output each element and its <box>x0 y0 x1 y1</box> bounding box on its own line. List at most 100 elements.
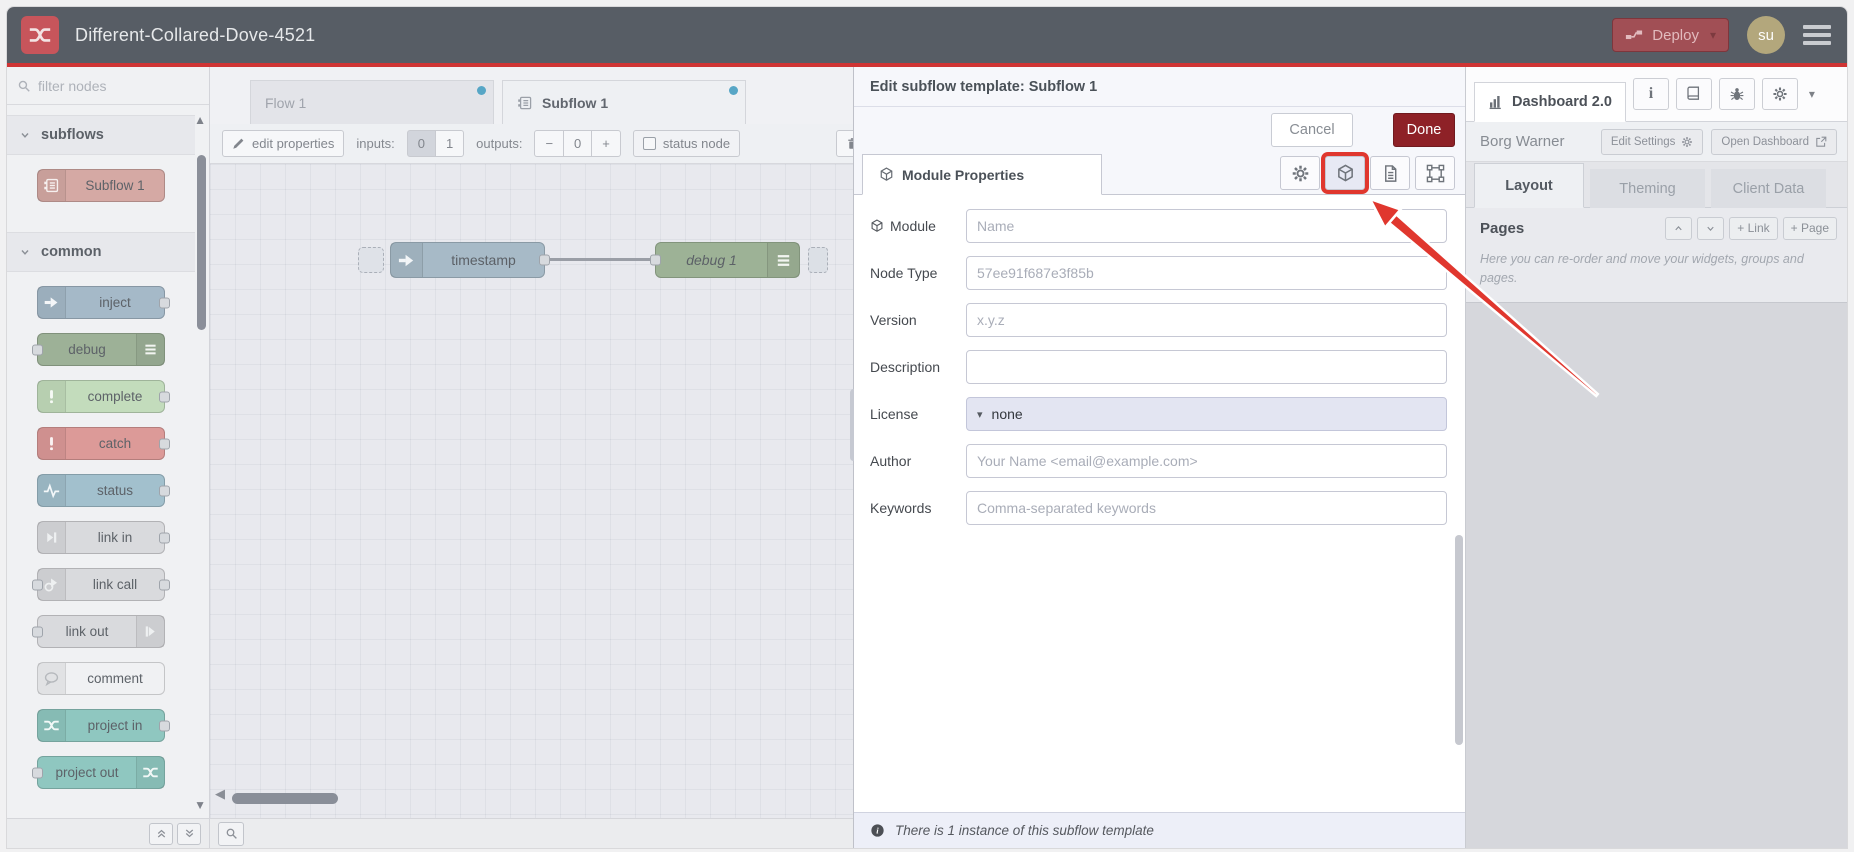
outputs-button-0[interactable]: 0 <box>563 130 593 157</box>
palette-category-common[interactable]: common <box>7 232 195 272</box>
palette-node-catch[interactable]: catch <box>37 427 170 460</box>
delete-subflow-button[interactable] <box>836 130 853 157</box>
edit-settings-button[interactable]: Edit Settings <box>1600 128 1704 155</box>
version-input[interactable] <box>966 303 1447 337</box>
form-row-module: Module <box>870 209 1447 243</box>
canvas-hscrollbar-thumb[interactable] <box>232 793 338 804</box>
node-port-out[interactable] <box>159 532 170 543</box>
tab-dashboard-2[interactable]: Dashboard 2.0 <box>1474 82 1626 122</box>
info-sidebar-button[interactable]: i <box>1632 78 1669 110</box>
subflow-icon <box>517 95 533 111</box>
canvas-node-label: debug 1 <box>686 252 737 268</box>
workspace-tab-Subflow-1[interactable]: Subflow 1 <box>502 80 746 124</box>
sidebar-tab-layout[interactable]: Layout <box>1474 163 1584 208</box>
palette-node-link-out[interactable]: link out <box>32 615 165 648</box>
config-sidebar-button[interactable] <box>1761 78 1798 110</box>
debug-sidebar-toggle-button[interactable] <box>808 247 828 273</box>
sidebar-tab-client-data[interactable]: Client Data <box>1711 169 1826 208</box>
deploy-dropdown-caret-icon[interactable]: ▾ <box>1710 28 1716 42</box>
subflow-properties-button[interactable] <box>1280 156 1320 190</box>
move-down-button[interactable] <box>1697 216 1725 240</box>
palette-node-Subflow-1[interactable]: Subflow 1 <box>37 169 165 202</box>
node-port-in[interactable] <box>32 344 43 355</box>
linkout-icon <box>142 623 159 640</box>
outputs-button-−[interactable]: − <box>534 130 565 157</box>
palette-node-debug[interactable]: debug <box>32 333 165 366</box>
palette-footer <box>7 818 209 848</box>
user-avatar[interactable]: su <box>1747 16 1785 54</box>
license-select[interactable]: ▾ none <box>966 397 1447 431</box>
palette-node-project-in[interactable]: project in <box>37 709 170 742</box>
description-button[interactable] <box>1370 156 1410 190</box>
cancel-button[interactable]: Cancel <box>1271 113 1353 147</box>
flow-canvas[interactable]: ◀ timestamp debug 1 <box>210 164 853 818</box>
dialog-scrollbar-thumb[interactable] <box>1455 535 1463 745</box>
palette-scroll-up-icon[interactable]: ▲ <box>194 113 206 127</box>
canvas-zoom-search-button[interactable] <box>218 821 244 846</box>
description-input[interactable] <box>966 350 1447 384</box>
appearance-button[interactable] <box>1415 156 1455 190</box>
sidebar-tab-theming[interactable]: Theming <box>1590 169 1705 208</box>
status-node-label: status node <box>662 136 731 151</box>
wire-timestamp-to-debug[interactable] <box>548 258 652 261</box>
node-port-out[interactable] <box>539 254 550 266</box>
canvas-node-timestamp[interactable]: timestamp <box>390 242 550 278</box>
node-port-out[interactable] <box>159 579 170 590</box>
node-port-in[interactable] <box>32 626 43 637</box>
debug-sidebar-button[interactable] <box>1718 78 1755 110</box>
tab-module-properties[interactable]: Module Properties <box>862 154 1102 195</box>
node-port-in[interactable] <box>650 254 661 266</box>
palette-node-project-out[interactable]: project out <box>32 756 165 789</box>
canvas-scroll-left-icon[interactable]: ◀ <box>215 786 225 802</box>
inputs-count-button-1[interactable]: 1 <box>434 130 465 157</box>
inject-trigger-button[interactable] <box>358 247 384 273</box>
edit-properties-button[interactable]: edit properties <box>222 130 345 157</box>
status-node-toggle[interactable]: status node <box>632 130 741 157</box>
module-input[interactable] <box>966 209 1447 243</box>
sidebar-more-tabs-caret-icon[interactable]: ▾ <box>1809 87 1815 101</box>
document-icon <box>1381 164 1400 183</box>
node-port-out[interactable] <box>159 485 170 496</box>
palette-node-comment[interactable]: comment <box>37 662 165 695</box>
node-port-in[interactable] <box>32 767 43 778</box>
inputs-count-button-0[interactable]: 0 <box>406 130 436 157</box>
author-input[interactable] <box>966 444 1447 478</box>
palette-expand-all-button[interactable] <box>177 822 201 845</box>
comment-icon <box>43 670 60 687</box>
status-node-checkbox[interactable] <box>642 137 656 150</box>
done-button[interactable]: Done <box>1393 113 1455 147</box>
palette-node-link-in[interactable]: link in <box>37 521 170 554</box>
palette-node-inject[interactable]: inject <box>37 286 170 319</box>
palette-scrollbar-thumb[interactable] <box>197 155 206 330</box>
nrlogo-icon <box>38 710 66 741</box>
linkout-icon <box>136 616 164 647</box>
node-port-out[interactable] <box>159 438 170 449</box>
canvas-node-debug-1[interactable]: debug 1 <box>650 242 800 278</box>
add-page-button[interactable]: + Page <box>1782 216 1837 240</box>
palette-filter[interactable]: filter nodes <box>7 67 209 105</box>
sidebar-empty-area <box>1466 301 1847 848</box>
palette-node-status[interactable]: status <box>37 474 170 507</box>
node-port-out[interactable] <box>159 297 170 308</box>
node-type-input[interactable] <box>966 256 1447 290</box>
workspace-tab-Flow-1[interactable]: Flow 1 <box>250 80 494 124</box>
dialog-title: Edit subflow template: Subflow 1 <box>854 67 1465 107</box>
node-port-in[interactable] <box>32 579 43 590</box>
subflow-icon <box>38 170 66 201</box>
main-menu-button[interactable] <box>1803 25 1831 45</box>
move-up-button[interactable] <box>1665 216 1693 240</box>
open-dashboard-button[interactable]: Open Dashboard <box>1711 128 1837 155</box>
module-properties-button-highlighted[interactable] <box>1325 156 1365 190</box>
outputs-button-+[interactable]: + <box>591 130 621 157</box>
palette-collapse-all-button[interactable] <box>149 822 173 845</box>
palette-category-subflows[interactable]: subflows <box>7 115 195 155</box>
node-port-out[interactable] <box>159 391 170 402</box>
palette-node-complete[interactable]: complete <box>37 380 170 413</box>
palette-node-link-call[interactable]: link call <box>32 568 170 601</box>
add-link-button[interactable]: + Link <box>1729 216 1778 240</box>
keywords-input[interactable] <box>966 491 1447 525</box>
deploy-button[interactable]: Deploy ▾ <box>1612 18 1729 52</box>
palette-scroll-down-icon[interactable]: ▼ <box>194 798 206 812</box>
node-port-out[interactable] <box>159 720 170 731</box>
help-sidebar-button[interactable] <box>1675 78 1712 110</box>
